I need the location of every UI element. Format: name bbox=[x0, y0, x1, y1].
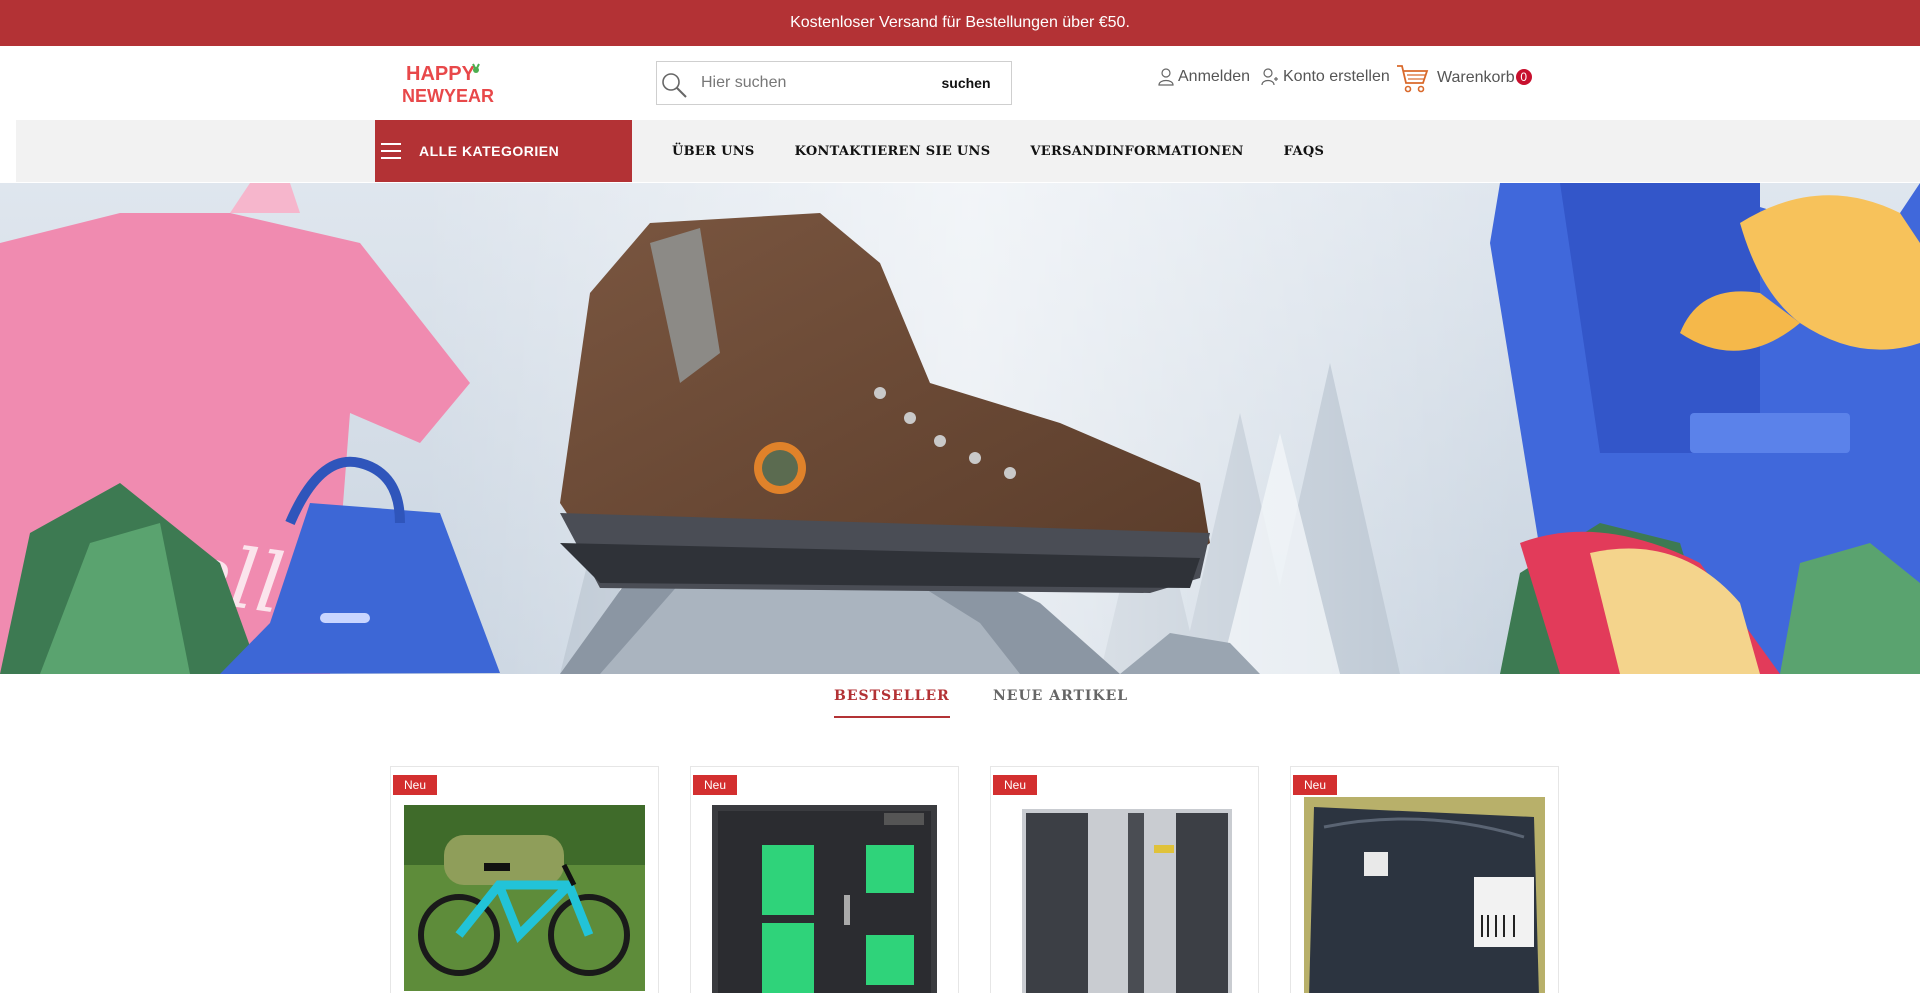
product-card[interactable]: Neu bbox=[1290, 766, 1559, 993]
menu-icon bbox=[381, 143, 401, 159]
search-button[interactable]: suchen bbox=[921, 62, 1011, 104]
product-image-charging-cabinet[interactable] bbox=[704, 805, 945, 993]
all-categories-label: ALLE KATEGORIEN bbox=[419, 143, 560, 159]
new-badge: Neu bbox=[393, 775, 438, 795]
search-input[interactable] bbox=[701, 62, 931, 104]
hero-banner-image: hello bbox=[0, 183, 1920, 674]
all-categories-button[interactable]: ALLE KATEGORIEN bbox=[375, 120, 632, 182]
new-badge: Neu bbox=[1293, 775, 1338, 795]
login-link[interactable]: Anmelden bbox=[1158, 68, 1250, 86]
nav-link-about[interactable]: ÜBER UNS bbox=[672, 144, 755, 159]
new-badge: Neu bbox=[693, 775, 738, 795]
search-box: suchen bbox=[656, 61, 1012, 105]
product-image-locker[interactable] bbox=[1004, 805, 1245, 993]
product-card[interactable]: Neu bbox=[990, 766, 1259, 993]
cart-icon bbox=[1397, 65, 1429, 93]
site-header: HAPPY NEWYEAR suchen Anmelden Kon bbox=[0, 46, 1920, 120]
tab-bestseller[interactable]: BESTSELLER bbox=[834, 688, 950, 718]
product-card[interactable]: Neu bbox=[390, 766, 659, 993]
nav-link-shipping[interactable]: VERSANDINFORMATIONEN bbox=[1030, 144, 1243, 159]
tab-new-items[interactable]: NEUE ARTIKEL bbox=[993, 688, 1128, 704]
product-card[interactable]: Neu bbox=[690, 766, 959, 993]
login-label: Anmelden bbox=[1178, 68, 1251, 85]
promo-text: Kostenloser Versand für Bestellungen übe… bbox=[790, 14, 1130, 31]
user-icon bbox=[1158, 68, 1174, 86]
product-tabs: BESTSELLER NEUE ARTIKEL bbox=[0, 674, 1920, 734]
cart-link[interactable]: Warenkorb 0 bbox=[1395, 62, 1532, 94]
nav-link-faqs[interactable]: FAQS bbox=[1284, 144, 1324, 159]
promo-bar: Kostenloser Versand für Bestellungen übe… bbox=[0, 0, 1920, 46]
nav-links: ÜBER UNS KONTAKTIEREN SIE UNS VERSANDINF… bbox=[672, 120, 1324, 182]
search-icon[interactable] bbox=[659, 70, 689, 100]
hero-banner[interactable]: hello bbox=[0, 183, 1920, 674]
new-badge: Neu bbox=[993, 775, 1038, 795]
add-user-icon bbox=[1261, 68, 1278, 86]
product-image-packaged-bag[interactable] bbox=[1304, 797, 1545, 993]
register-link[interactable]: Konto erstellen bbox=[1261, 68, 1390, 86]
product-image-e-bike[interactable] bbox=[404, 805, 645, 993]
logo-line1: HAPPY bbox=[406, 63, 476, 85]
cart-label: Warenkorb bbox=[1437, 69, 1515, 86]
logo-line2: NEWYEAR bbox=[402, 86, 494, 106]
nav-link-contact[interactable]: KONTAKTIEREN SIE UNS bbox=[795, 144, 991, 159]
cart-count-badge: 0 bbox=[1515, 69, 1532, 85]
site-logo[interactable]: HAPPY NEWYEAR bbox=[400, 58, 496, 108]
register-label: Konto erstellen bbox=[1283, 68, 1390, 85]
